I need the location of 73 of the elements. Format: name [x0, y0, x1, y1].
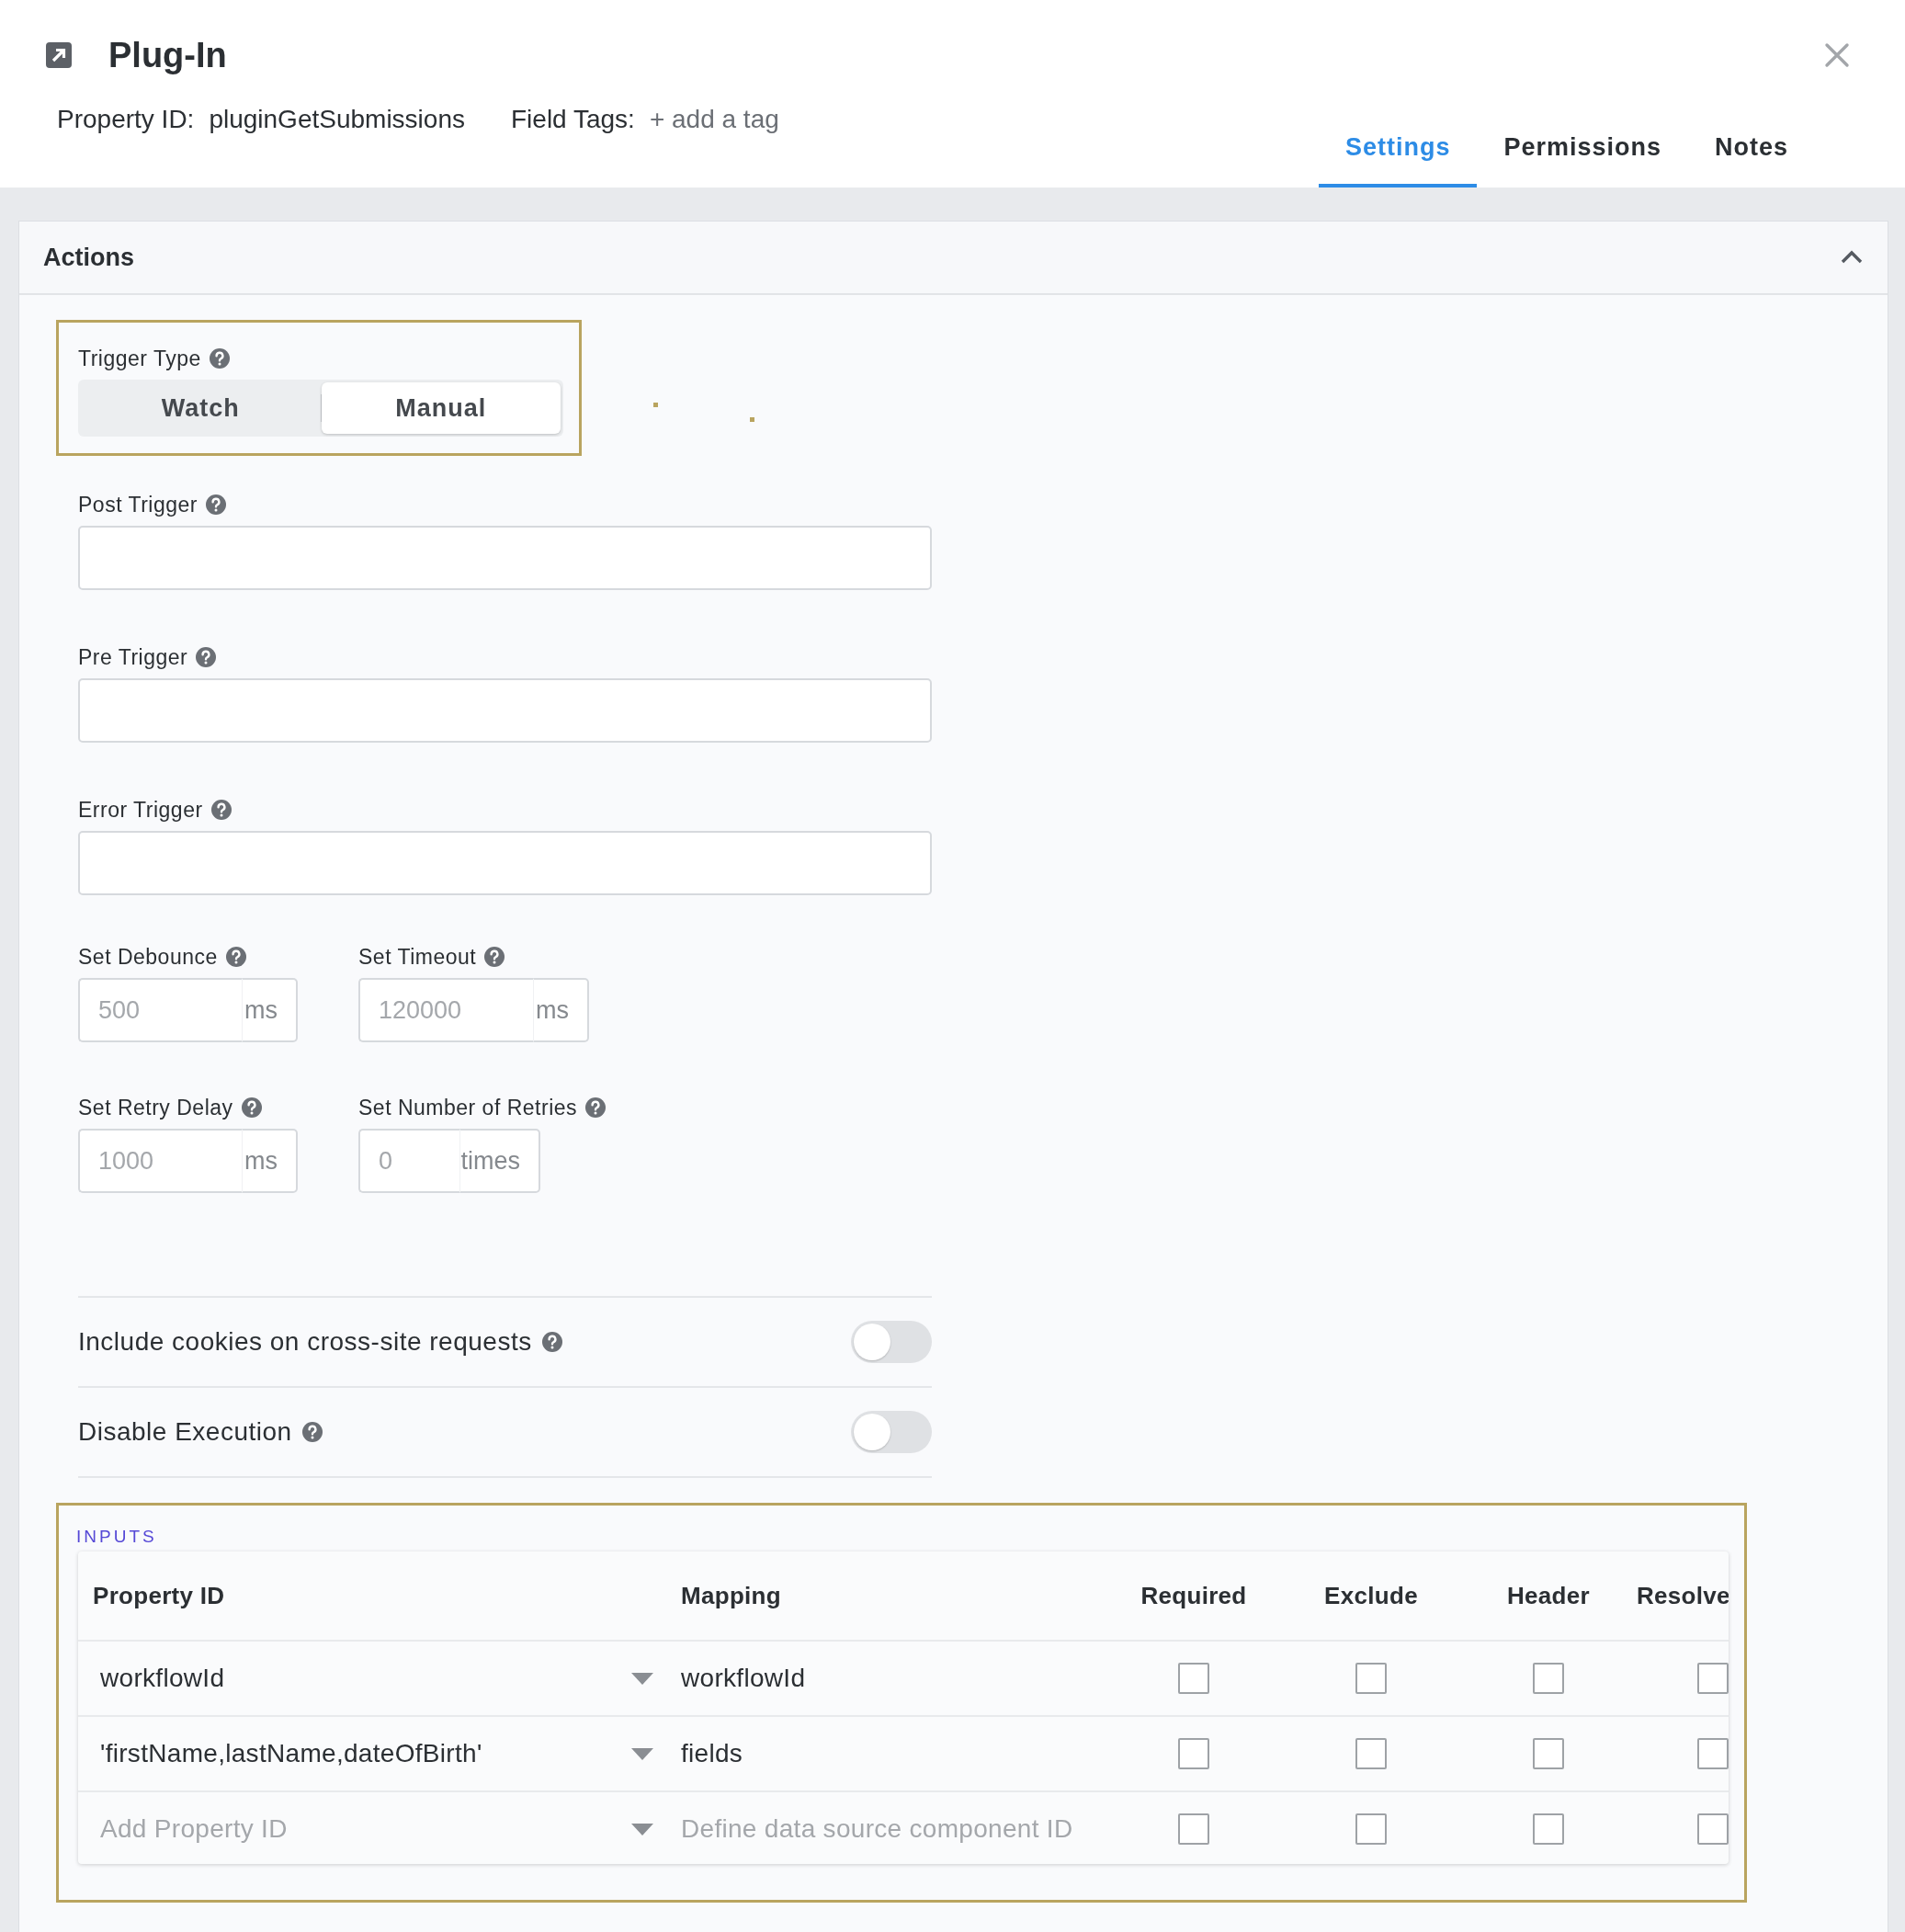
checkbox[interactable]: [1178, 1813, 1209, 1845]
add-tag-link[interactable]: + add a tag: [649, 105, 779, 134]
tab[interactable]: Notes: [1688, 110, 1815, 188]
column-header: Required: [1140, 1581, 1247, 1610]
checkbox[interactable]: [1533, 1813, 1564, 1845]
field-label: Error Trigger: [78, 797, 203, 823]
column-header: Property ID: [92, 1581, 226, 1610]
help-icon[interactable]: [483, 946, 506, 968]
column-header: Resolve: [1636, 1581, 1729, 1610]
unit-addon: ms: [242, 1129, 298, 1193]
table-cell[interactable]: fields: [681, 1739, 1113, 1768]
text-field[interactable]: [78, 678, 932, 743]
help-icon[interactable]: [224, 946, 247, 968]
section-label: INPUTS: [76, 1526, 158, 1548]
checkbox[interactable]: [1697, 1738, 1729, 1769]
field-label: Post Trigger: [78, 492, 198, 517]
help-icon[interactable]: [584, 1097, 607, 1119]
checkbox[interactable]: [1533, 1663, 1564, 1694]
checkbox[interactable]: [1178, 1738, 1209, 1769]
dropdown-caret-icon[interactable]: [631, 1823, 653, 1835]
text-field[interactable]: [78, 526, 932, 590]
number-field[interactable]: 120000: [358, 978, 533, 1042]
field-label: Pre Trigger: [78, 644, 188, 670]
field-label: Set Number of Retries: [358, 1095, 578, 1120]
tab[interactable]: Permissions: [1477, 110, 1688, 188]
section-title: Actions: [43, 243, 134, 272]
popout-icon[interactable]: [46, 42, 72, 68]
field-label: Set Debounce: [78, 944, 218, 970]
checkbox[interactable]: [1533, 1738, 1564, 1769]
help-icon[interactable]: [205, 494, 227, 516]
checkbox[interactable]: [1697, 1663, 1729, 1694]
column-header: Exclude: [1324, 1581, 1418, 1610]
help-icon[interactable]: [210, 799, 232, 821]
table-cell[interactable]: workflowId: [100, 1664, 225, 1693]
checkbox[interactable]: [1178, 1663, 1209, 1694]
toggle-switch[interactable]: [851, 1411, 932, 1453]
field-label: Set Retry Delay: [78, 1095, 233, 1120]
field-tags-label: Field Tags:: [511, 105, 635, 134]
checkbox[interactable]: [1697, 1813, 1729, 1845]
number-field[interactable]: 0: [358, 1129, 459, 1193]
tab[interactable]: Settings: [1318, 110, 1478, 188]
unit-addon: ms: [242, 978, 298, 1042]
dropdown-caret-icon[interactable]: [631, 1672, 653, 1685]
help-icon[interactable]: [240, 1097, 263, 1119]
table-cell[interactable]: 'firstName,lastName,dateOfBirth': [100, 1739, 482, 1768]
segment-option[interactable]: Watch: [81, 382, 321, 434]
toggle-label: Include cookies on cross-site requests: [78, 1327, 532, 1357]
checkbox[interactable]: [1355, 1738, 1387, 1769]
column-header: Mapping: [681, 1581, 782, 1610]
number-field[interactable]: 500: [78, 978, 242, 1042]
checkbox[interactable]: [1355, 1813, 1387, 1845]
toggle-switch[interactable]: [851, 1321, 932, 1363]
dropdown-caret-icon[interactable]: [631, 1747, 653, 1760]
number-field[interactable]: 1000: [78, 1129, 242, 1193]
chevron-up-icon[interactable]: [1840, 250, 1864, 265]
property-id-value: pluginGetSubmissions: [209, 105, 465, 134]
help-icon[interactable]: [540, 1331, 563, 1353]
text-field[interactable]: [78, 831, 932, 895]
help-icon[interactable]: [300, 1421, 323, 1443]
field-label: Trigger Type: [78, 346, 201, 371]
field-label: Set Timeout: [358, 944, 477, 970]
unit-addon: ms: [533, 978, 589, 1042]
column-header: Header: [1507, 1581, 1590, 1610]
table-cell[interactable]: workflowId: [681, 1664, 1113, 1693]
segment-option[interactable]: Manual: [321, 382, 561, 434]
checkbox[interactable]: [1355, 1663, 1387, 1694]
unit-addon: times: [459, 1129, 540, 1193]
help-icon[interactable]: [208, 347, 231, 369]
toggle-label: Disable Execution: [78, 1417, 292, 1447]
close-icon[interactable]: [1824, 42, 1850, 68]
dialog-title: Plug-In: [108, 35, 228, 75]
property-id-label: Property ID:: [57, 105, 195, 134]
help-icon[interactable]: [195, 646, 218, 668]
